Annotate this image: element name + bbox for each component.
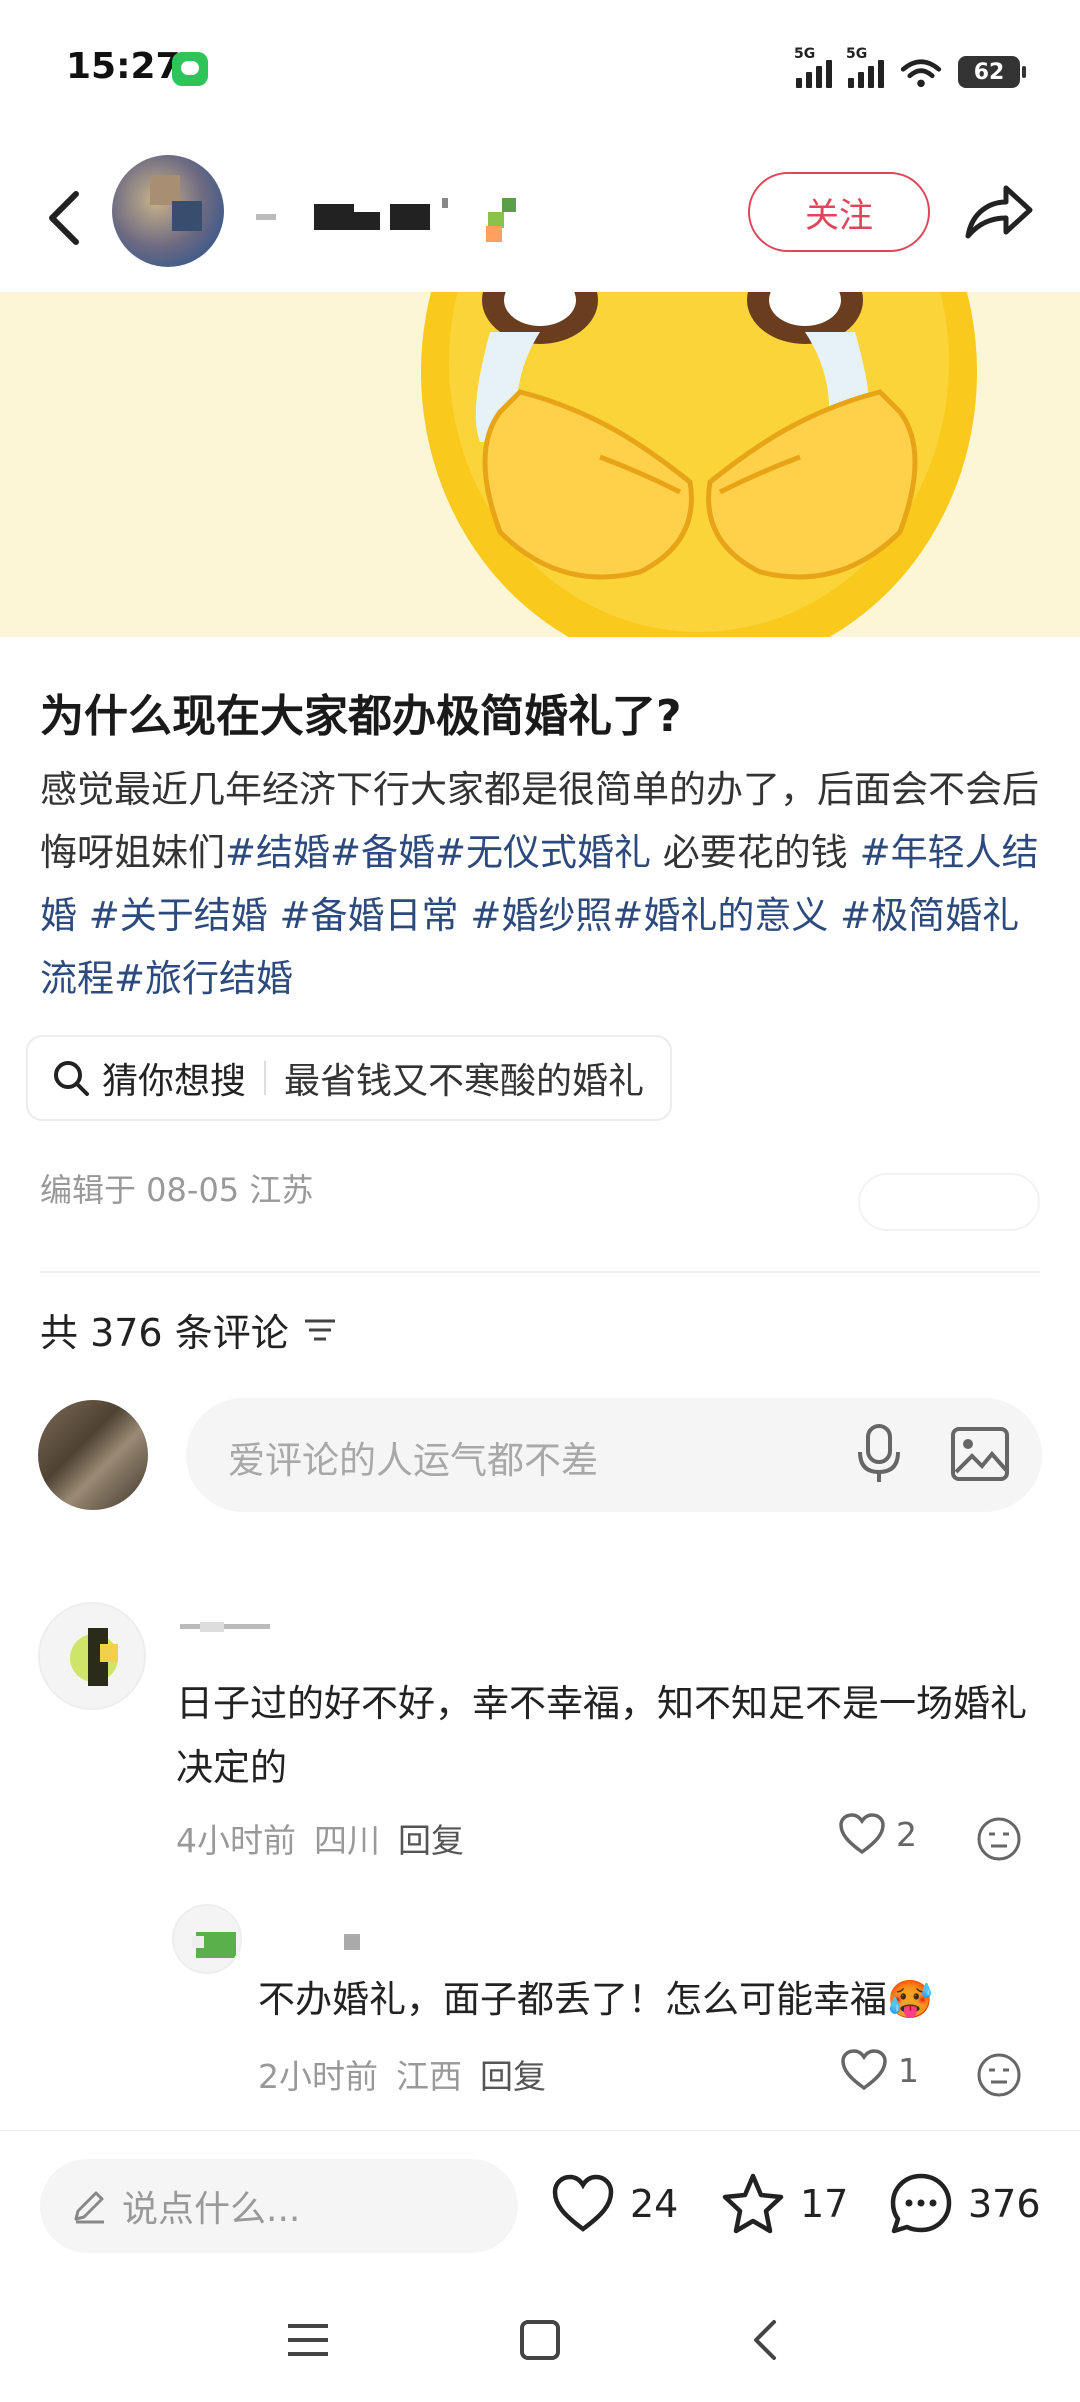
comment-meta: 4小时前 四川 回复 (176, 1814, 464, 1862)
menu-icon[interactable] (278, 2310, 338, 2370)
system-navigation-bar (0, 2280, 1080, 2402)
heart-icon (552, 2174, 614, 2232)
comment-like-count: 2 (896, 1814, 917, 1854)
battery-icon: 62 (958, 56, 1026, 88)
replier-avatar[interactable] (172, 1904, 242, 1974)
commenter-avatar[interactable] (38, 1602, 146, 1710)
reply-like-count: 1 (898, 2050, 919, 2090)
reply-time: 2小时前 (258, 2057, 378, 2096)
hashtag[interactable]: #关于结婚 (89, 894, 268, 937)
message-notification-icon (172, 52, 208, 86)
star-icon (722, 2173, 784, 2234)
comment-input-placeholder: 爱评论的人运气都不差 (228, 1439, 598, 1482)
my-avatar (38, 1400, 148, 1510)
wifi-icon (900, 58, 942, 88)
reply-button[interactable]: 回复 (398, 1814, 464, 1862)
status-time: 15:27 (66, 46, 181, 87)
search-icon (54, 1061, 89, 1096)
suggest-separator (264, 1061, 267, 1095)
comment-text: 日子过的好不好，幸不幸福，知不知足不是一场婚礼决定的 (176, 1682, 1027, 1789)
replier-name[interactable] (344, 1934, 364, 1950)
post-body: 感觉最近几年经济下行大家都是很简单的办了，后面会不会后悔呀姐妹们#结婚#备婚#无… (40, 758, 1050, 1010)
microphone-icon[interactable] (854, 1422, 904, 1486)
share-icon[interactable] (962, 178, 1036, 244)
home-icon[interactable] (510, 2310, 570, 2370)
post-body-text-mid: 必要花的钱 (651, 831, 860, 874)
crying-emoji-illustration (421, 292, 977, 637)
comment-count-header: 共 376 条评论 (40, 1302, 337, 1357)
emoji-reaction-icon[interactable] (976, 2052, 1022, 2098)
like-count: 24 (630, 2182, 679, 2226)
comment-count-label: 共 376 条评论 (40, 1311, 289, 1355)
comment-input[interactable]: 爱评论的人运气都不差 (186, 1398, 1042, 1512)
favorite-button[interactable]: 17 (720, 2171, 848, 2237)
reply-text: 不办婚礼，面子都丢了！怎么可能幸福🥵 (258, 1978, 934, 2021)
hashtag[interactable]: #备婚日常 (280, 894, 459, 937)
hashtag[interactable]: #无仪式婚礼 (435, 831, 651, 874)
reply-location: 江西 (396, 2057, 462, 2096)
signal-2-label: 5G (846, 46, 868, 62)
like-button[interactable]: 24 (550, 2171, 678, 2237)
favorite-count: 17 (800, 2182, 849, 2226)
author-nickname[interactable] (256, 198, 546, 242)
hashtag[interactable]: #婚纱照 (470, 894, 612, 937)
hashtag[interactable]: #婚礼的意义 (612, 894, 828, 937)
say-something-input[interactable]: 说点什么... (40, 2159, 518, 2253)
back-icon[interactable] (736, 2310, 796, 2370)
signal-1-label: 5G (794, 46, 816, 62)
comment-button[interactable]: 376 (888, 2171, 1041, 2237)
comment-like-button[interactable]: 2 (838, 1812, 917, 1856)
status-bar: 15:27 5G 5G 62 (0, 0, 1080, 140)
signal-icon-2: 5G (846, 46, 884, 88)
emoji-reaction-icon[interactable] (976, 1816, 1022, 1862)
back-arrow-icon[interactable] (40, 188, 90, 248)
post-image[interactable] (0, 292, 1080, 637)
heart-icon (839, 1813, 885, 1855)
comment-time: 4小时前 (176, 1821, 296, 1860)
status-icons: 5G 5G 62 (794, 46, 1026, 88)
reply-button[interactable]: 回复 (480, 2050, 546, 2098)
say-something-placeholder: 说点什么... (122, 2189, 301, 2230)
suggested-search[interactable]: 猜你想搜 最省钱又不寒酸的婚礼 (26, 1035, 673, 1121)
post-meta: 编辑于 08-05 江苏 (40, 1171, 314, 1209)
commenter-name[interactable] (180, 1622, 270, 1634)
comment-bubble-icon (890, 2173, 952, 2234)
comment-count: 376 (968, 2182, 1041, 2226)
hashtag[interactable]: #旅行结婚 (114, 957, 293, 1000)
suggest-label: 猜你想搜 (102, 1061, 247, 1102)
pencil-icon (74, 2191, 104, 2224)
divider (40, 1271, 1040, 1273)
image-icon[interactable] (950, 1426, 1010, 1482)
author-avatar[interactable] (112, 155, 224, 267)
suggest-query: 最省钱又不寒酸的婚礼 (284, 1061, 645, 1102)
hashtag[interactable]: #结婚 (225, 831, 330, 874)
follow-button[interactable]: 关注 (748, 172, 930, 252)
sort-icon[interactable] (303, 1315, 337, 1345)
comment-location: 四川 (314, 1821, 380, 1860)
post-title: 为什么现在大家都办极简婚礼了? (40, 691, 682, 742)
signal-icon-1: 5G (794, 46, 832, 88)
reply-meta: 2小时前 江西 回复 (258, 2050, 546, 2098)
heart-icon (841, 2049, 887, 2091)
reply-like-button[interactable]: 1 (840, 2048, 919, 2092)
meta-pill[interactable] (858, 1173, 1040, 1231)
bottom-action-bar: 说点什么... 24 17 376 (0, 2130, 1080, 2280)
hashtag[interactable]: #备婚 (330, 831, 435, 874)
